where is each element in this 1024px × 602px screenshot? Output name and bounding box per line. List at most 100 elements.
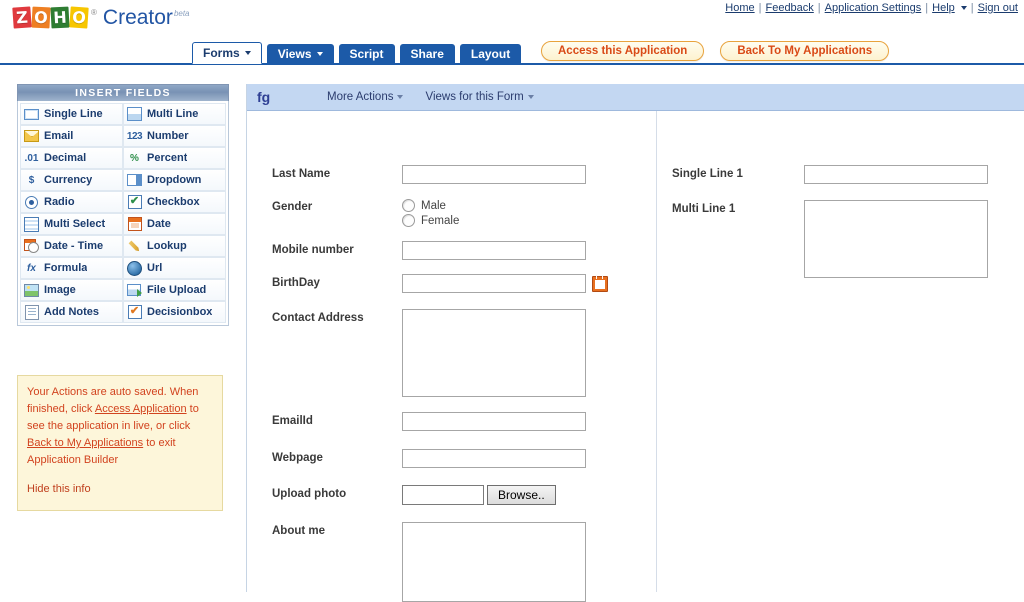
- dropdown-icon: [127, 173, 142, 187]
- back-to-my-applications-button[interactable]: Back To My Applications: [720, 41, 890, 61]
- insert-field-date-time[interactable]: Date - Time: [20, 235, 123, 257]
- logo-tile-o1: O: [31, 6, 51, 29]
- chevron-down-icon: [244, 51, 251, 55]
- tab-layout-label: Layout: [470, 47, 511, 61]
- back-to-my-applications-label: Back To My Applications: [737, 45, 873, 57]
- calendar-icon[interactable]: [592, 274, 608, 292]
- form-field-webpage: Webpage: [247, 449, 656, 468]
- browse-button[interactable]: Browse..: [487, 485, 556, 505]
- webpage-input[interactable]: [402, 449, 586, 468]
- insert-field-formula[interactable]: fx Formula: [20, 257, 123, 279]
- application-action-buttons: Access this Application Back To My Appli…: [541, 41, 890, 61]
- radio-button-icon[interactable]: [402, 214, 415, 227]
- logo-tile-h: H: [50, 6, 70, 29]
- zoho-creator-logo[interactable]: Z O H O ® Creator beta: [12, 6, 190, 37]
- info-text-line4b: to: [143, 437, 156, 449]
- form-header-bar: fg More Actions Views for this Form: [247, 84, 1024, 111]
- insert-field-date[interactable]: Date: [123, 213, 226, 235]
- insert-field-lookup[interactable]: Lookup: [123, 235, 226, 257]
- hide-this-info-link[interactable]: Hide this info: [27, 481, 213, 498]
- upload-photo-path-input[interactable]: [402, 485, 484, 505]
- tab-share[interactable]: Share: [399, 44, 455, 64]
- insert-field-label: Date - Time: [44, 240, 104, 252]
- single-line-1-input[interactable]: [804, 165, 988, 184]
- insert-field-label: Radio: [44, 196, 75, 208]
- form-body: Last Name Gender Male Female Mobile numb…: [247, 111, 1024, 602]
- insert-field-label: Add Notes: [44, 306, 99, 318]
- insert-field-image[interactable]: Image: [20, 279, 123, 301]
- insert-field-single-line[interactable]: Single Line: [20, 103, 123, 125]
- insert-field-dropdown[interactable]: Dropdown: [123, 169, 226, 191]
- field-label: Multi Line 1: [672, 203, 736, 215]
- topnav-link-feedback[interactable]: Feedback: [765, 2, 813, 14]
- file-upload-icon: [127, 283, 142, 297]
- back-to-my-applications-link[interactable]: Back to My Applications: [27, 437, 143, 449]
- gender-option-label: Male: [421, 199, 446, 212]
- email-icon: [24, 129, 39, 143]
- tab-views[interactable]: Views: [266, 44, 334, 64]
- beta-badge: beta: [173, 9, 190, 18]
- views-for-this-form-menu[interactable]: Views for this Form: [425, 91, 534, 103]
- info-text-line4: click: [168, 420, 191, 432]
- info-text-line2: finished, click: [27, 403, 95, 415]
- currency-icon: $: [28, 174, 35, 186]
- insert-field-label: Single Line: [44, 108, 103, 120]
- insert-field-label: Currency: [44, 174, 93, 186]
- form-field-upload-photo: Upload photo Browse..: [247, 485, 656, 505]
- topnav-link-home[interactable]: Home: [725, 2, 754, 14]
- access-this-application-button[interactable]: Access this Application: [541, 41, 705, 61]
- emailid-input[interactable]: [402, 412, 586, 431]
- topnav-link-help[interactable]: Help: [932, 2, 955, 14]
- last-name-input[interactable]: [402, 165, 586, 184]
- insert-field-currency[interactable]: $ Currency: [20, 169, 123, 191]
- insert-field-decimal[interactable]: .01 Decimal: [20, 147, 123, 169]
- insert-field-checkbox[interactable]: ✔ Checkbox: [123, 191, 226, 213]
- insert-field-multi-select[interactable]: Multi Select: [20, 213, 123, 235]
- insert-field-label: Multi Line: [147, 108, 199, 120]
- insert-field-decisionbox[interactable]: ✔ Decisionbox: [123, 301, 226, 323]
- tab-script[interactable]: Script: [338, 44, 395, 64]
- tab-layout[interactable]: Layout: [459, 44, 522, 64]
- info-text-line1: Your Actions are auto saved. When: [27, 386, 199, 398]
- multi-line-1-textarea[interactable]: [804, 200, 988, 278]
- more-actions-menu[interactable]: More Actions: [327, 91, 404, 103]
- decisionbox-icon: ✔: [127, 305, 142, 319]
- insert-field-percent[interactable]: % Percent: [123, 147, 226, 169]
- gender-option-male[interactable]: Male: [402, 199, 459, 212]
- insert-field-radio[interactable]: Radio: [20, 191, 123, 213]
- gender-option-female[interactable]: Female: [402, 214, 459, 227]
- birthday-date-control: [402, 274, 608, 293]
- date-icon: [127, 217, 142, 231]
- access-this-application-label: Access this Application: [558, 45, 688, 57]
- form-field-mobile-number: Mobile number: [247, 241, 656, 260]
- about-me-textarea[interactable]: [402, 522, 586, 602]
- topnav-link-sign-out[interactable]: Sign out: [978, 2, 1018, 14]
- insert-field-multi-line[interactable]: Multi Line: [123, 103, 226, 125]
- tab-list: Forms Views Script Share Layout: [192, 38, 522, 64]
- chevron-down-icon: [397, 95, 404, 99]
- insert-field-number[interactable]: 123 Number: [123, 125, 226, 147]
- field-label: EmailId: [272, 415, 313, 427]
- insert-field-email[interactable]: Email: [20, 125, 123, 147]
- radio-button-icon[interactable]: [402, 199, 415, 212]
- single-line-icon: [24, 107, 39, 121]
- form-column-right: Single Line 1 Multi Line 1: [657, 111, 1024, 278]
- tab-forms-label: Forms: [203, 46, 240, 60]
- logo-tile-o2: O: [69, 6, 89, 29]
- zoho-logo-tiles: Z O H O: [12, 6, 89, 29]
- contact-address-textarea[interactable]: [402, 309, 586, 397]
- birthday-input[interactable]: [402, 274, 586, 293]
- insert-field-add-notes[interactable]: Add Notes: [20, 301, 123, 323]
- insert-field-file-upload[interactable]: File Upload: [123, 279, 226, 301]
- mobile-number-input[interactable]: [402, 241, 586, 260]
- tab-forms[interactable]: Forms: [192, 42, 262, 64]
- form-field-multi-line-1: Multi Line 1: [657, 200, 1024, 278]
- access-application-link[interactable]: Access Application: [95, 403, 187, 415]
- field-label: Single Line 1: [672, 168, 743, 180]
- topnav-separator: |: [925, 2, 929, 14]
- topnav-separator: |: [758, 2, 762, 14]
- percent-icon: %: [130, 152, 139, 164]
- topnav-link-application-settings[interactable]: Application Settings: [825, 2, 922, 14]
- insert-field-url[interactable]: Url: [123, 257, 226, 279]
- chevron-down-icon[interactable]: [960, 6, 967, 10]
